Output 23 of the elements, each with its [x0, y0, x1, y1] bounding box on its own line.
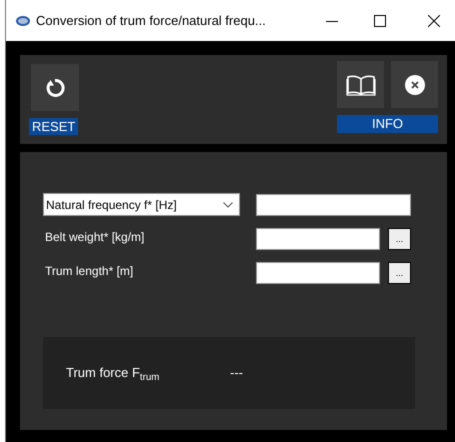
result-label: Trum force F$_{trum}$	[66, 364, 160, 383]
window-title: Conversion of trum force/natural frequ...	[36, 12, 266, 30]
quantity-dropdown[interactable]: Natural frequency f* [Hz]	[43, 193, 240, 216]
app-logo-icon	[16, 16, 30, 26]
reset-button[interactable]	[31, 64, 79, 111]
maximize-icon[interactable]	[374, 14, 386, 26]
browse-button[interactable]: ...	[388, 228, 411, 250]
book-icon	[346, 74, 376, 96]
field-label: Belt weight* [kg/m]	[44, 229, 146, 246]
close-icon[interactable]	[428, 14, 440, 26]
input-field[interactable]	[256, 228, 380, 250]
field-label: Trum length* [m]	[44, 263, 134, 280]
input-field[interactable]	[256, 194, 411, 216]
result-value: ---	[230, 364, 243, 382]
input-field[interactable]	[256, 262, 380, 284]
manual-button[interactable]	[337, 61, 384, 108]
chevron-down-icon	[223, 202, 233, 208]
reset-icon	[44, 76, 66, 98]
info-label: INFO	[337, 115, 438, 133]
close-button[interactable]	[391, 61, 438, 108]
close-circle-icon	[404, 74, 424, 94]
browse-button[interactable]: ...	[388, 262, 411, 284]
reset-label: RESET	[29, 118, 78, 135]
